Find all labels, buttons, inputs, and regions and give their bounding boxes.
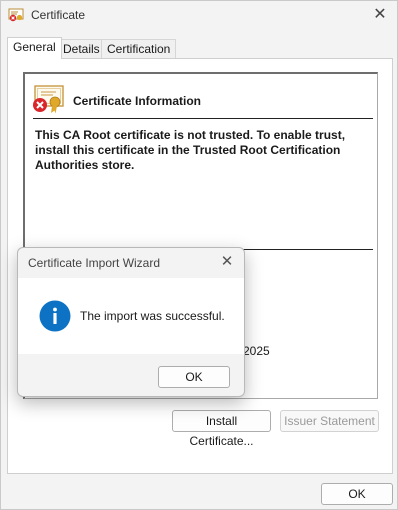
- certificate-icon: [8, 8, 24, 22]
- close-icon[interactable]: ✕: [369, 4, 391, 26]
- certificate-window: Certificate ✕ General Details Certificat…: [0, 0, 398, 510]
- install-certificate-button[interactable]: Install Certificate...: [172, 410, 271, 448]
- info-icon: [39, 300, 71, 332]
- ok-button[interactable]: OK: [321, 483, 393, 505]
- import-wizard-dialog: Certificate Import Wizard ✕ The import w…: [17, 247, 245, 397]
- trust-warning-text: This CA Root certificate is not trusted.…: [35, 128, 346, 172]
- tab-certification-path[interactable]: Certification Path: [101, 39, 177, 70]
- tab-general[interactable]: General: [7, 37, 62, 59]
- close-icon[interactable]: ✕: [216, 251, 238, 273]
- tab-details[interactable]: Details: [57, 39, 106, 59]
- dialog-ok-button[interactable]: OK: [158, 366, 230, 388]
- dialog-body: The import was successful.: [18, 278, 244, 354]
- certificate-error-icon: [33, 85, 64, 114]
- title-bar[interactable]: Certificate ✕: [1, 1, 397, 31]
- dialog-message: The import was successful.: [80, 309, 225, 323]
- window-title: Certificate: [31, 8, 86, 22]
- divider: [33, 118, 373, 119]
- dialog-title: Certificate Import Wizard: [28, 256, 161, 270]
- issuer-statement-button[interactable]: Issuer Statement: [280, 410, 379, 432]
- info-title: Certificate Information: [73, 94, 202, 108]
- valid-to-date: 2025: [243, 344, 270, 358]
